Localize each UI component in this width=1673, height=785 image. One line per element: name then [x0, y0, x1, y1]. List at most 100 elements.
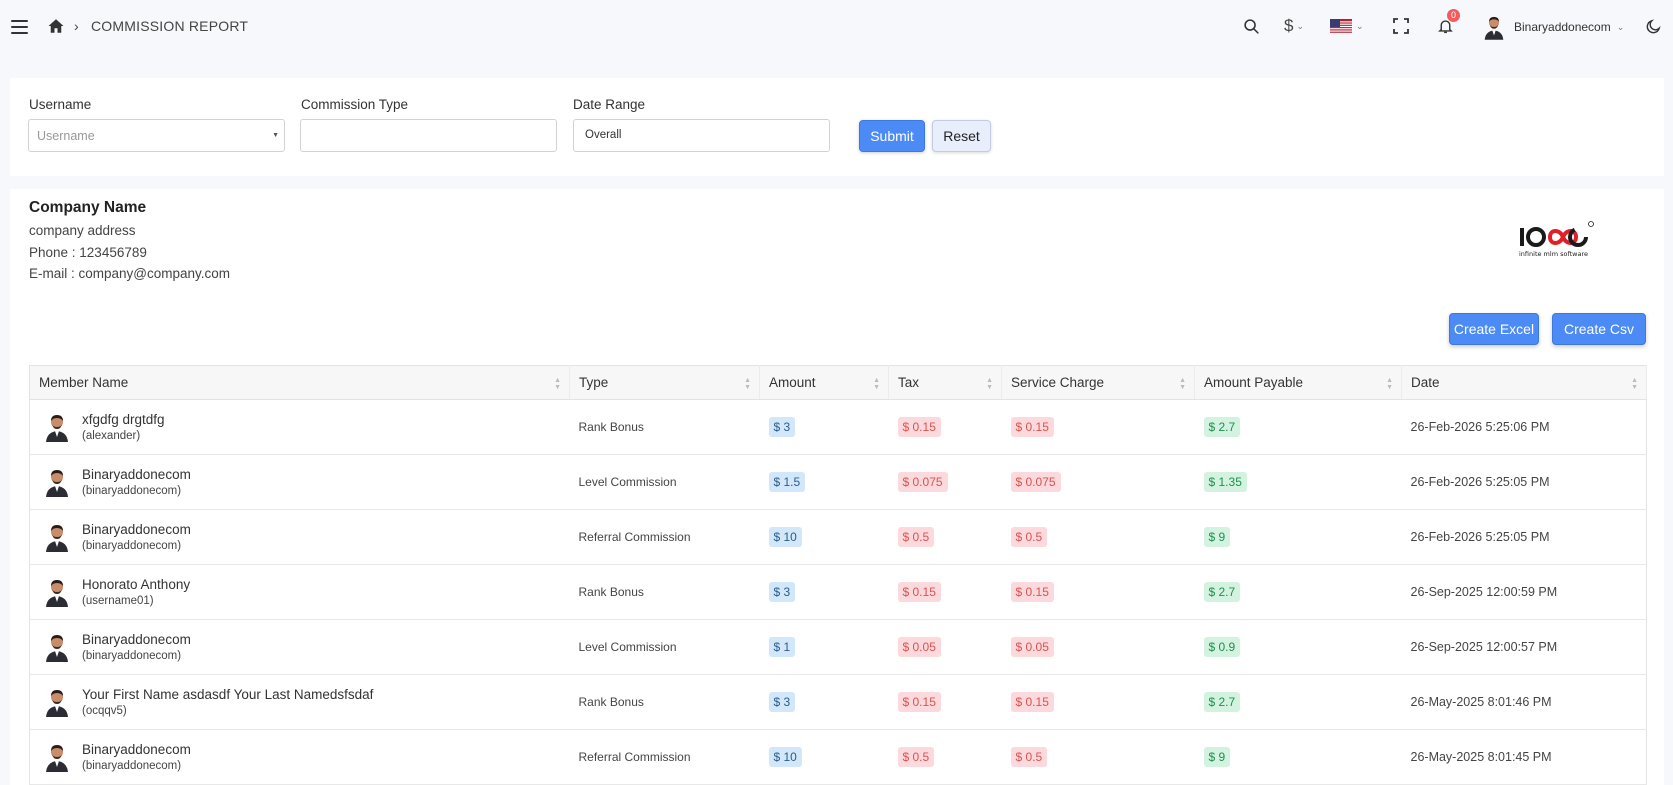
column-label: Amount [769, 375, 816, 390]
tax-cell: $ 0.5 [888, 509, 1002, 565]
type-cell: Level Commission [569, 619, 760, 675]
column-service-charge[interactable]: Service Charge ▲ ▼ [1001, 365, 1195, 400]
table-row: xfgdfg drgtdfg (alexander) Rank Bonus $ … [29, 399, 1647, 455]
service-charge-badge: $ 0.15 [1010, 692, 1054, 712]
amount-badge: $ 3 [768, 417, 796, 437]
member-username: (binaryaddonecom) [82, 650, 182, 662]
avatar [46, 415, 68, 442]
column-tax[interactable]: Tax ▲ ▼ [888, 365, 1002, 400]
caret-down-icon: ▼ [272, 132, 279, 139]
sort-icon[interactable]: ▲ ▼ [1631, 377, 1638, 391]
us-flag-icon [1330, 18, 1352, 34]
fullscreen-icon[interactable] [1393, 16, 1409, 36]
column-label: Service Charge [1011, 375, 1105, 390]
amount-payable-badge: $ 1.35 [1203, 472, 1247, 492]
reset-button[interactable]: Reset [932, 120, 991, 152]
column-label: Type [579, 375, 609, 390]
member-username: (binaryaddonecom) [82, 485, 182, 497]
date-range-input[interactable]: Overall [573, 119, 830, 152]
search-icon[interactable] [1243, 16, 1260, 36]
table-row: Honorato Anthony (username01) Rank Bonus… [29, 564, 1647, 620]
column-member-name[interactable]: Member Name ▲ ▼ [29, 365, 570, 400]
service-charge-badge: $ 0.5 [1010, 527, 1048, 547]
service-charge-cell: $ 0.05 [1001, 619, 1195, 675]
service-charge-badge: $ 0.15 [1010, 582, 1054, 602]
amount-payable-cell: $ 0.9 [1194, 619, 1402, 675]
submit-button[interactable]: Submit [859, 120, 925, 152]
username-placeholder: Username [37, 129, 95, 143]
create-csv-button[interactable]: Create Csv [1552, 313, 1646, 345]
member-cell: Binaryaddonecom (binaryaddonecom) [29, 619, 570, 675]
tax-badge: $ 0.15 [897, 582, 941, 602]
commission-type-input[interactable] [300, 119, 557, 152]
create-excel-button[interactable]: Create Excel [1449, 313, 1539, 345]
amount-payable-badge: $ 9 [1203, 527, 1231, 547]
column-label: Date [1411, 375, 1440, 390]
member-username: (binaryaddonecom) [82, 540, 182, 552]
member-info: xfgdfg drgtdfg (alexander) [39, 412, 570, 442]
date-cell: 26-Feb-2026 5:25:05 PM [1401, 454, 1647, 510]
user-menu[interactable]: Binaryaddonecom ⌄ [1483, 14, 1624, 40]
avatar [46, 745, 68, 772]
type-cell: Rank Bonus [569, 564, 760, 620]
sort-icon[interactable]: ▲ ▼ [873, 377, 880, 391]
type-cell: Level Commission [569, 454, 760, 510]
column-label: Amount Payable [1204, 375, 1304, 390]
column-label: Member Name [39, 375, 129, 390]
table-row: Binaryaddonecom (binaryaddonecom) Referr… [29, 729, 1647, 785]
commission-table: Member Name ▲ ▼ Type ▲ ▼ Amount ▲ ▼ Tax ▲ ▼ Serv… [29, 365, 1647, 785]
member-cell: Honorato Anthony (username01) [29, 564, 570, 620]
date-cell: 26-Sep-2025 12:00:59 PM [1401, 564, 1647, 620]
amount-payable-cell: $ 2.7 [1194, 674, 1402, 730]
chevron-down-icon: ⌄ [1616, 21, 1625, 32]
tax-cell: $ 0.15 [888, 674, 1002, 730]
tax-cell: $ 0.05 [888, 619, 1002, 675]
tax-badge: $ 0.05 [897, 637, 941, 657]
date-cell: 26-Feb-2026 5:25:06 PM [1401, 399, 1647, 455]
column-type[interactable]: Type ▲ ▼ [569, 365, 760, 400]
currency-selector[interactable]: $ ⌄ [1284, 16, 1304, 36]
amount-cell: $ 3 [759, 564, 889, 620]
date-cell: 26-Feb-2026 5:25:05 PM [1401, 509, 1647, 565]
amount-payable-badge: $ 0.9 [1203, 637, 1241, 657]
member-info: Binaryaddonecom (binaryaddonecom) [39, 742, 570, 772]
column-amount-payable[interactable]: Amount Payable ▲ ▼ [1194, 365, 1402, 400]
sort-icon[interactable]: ▲ ▼ [1179, 377, 1186, 391]
sort-icon[interactable]: ▲ ▼ [986, 377, 993, 391]
sort-icon[interactable]: ▲ ▼ [1386, 377, 1393, 391]
service-charge-cell: $ 0.5 [1001, 509, 1195, 565]
username-select[interactable]: Username ▼ [28, 119, 285, 152]
service-charge-cell: $ 0.15 [1001, 564, 1195, 620]
column-date[interactable]: Date ▲ ▼ [1401, 365, 1647, 400]
amount-cell: $ 3 [759, 674, 889, 730]
page-title: COMMISSION REPORT [91, 18, 249, 34]
chevron-down-icon: ⌄ [1296, 20, 1305, 31]
member-name: Honorato Anthony [82, 577, 191, 592]
table-row: Binaryaddonecom (binaryaddonecom) Level … [29, 619, 1647, 675]
amount-payable-cell: $ 2.7 [1194, 399, 1402, 455]
member-info: Binaryaddonecom (binaryaddonecom) [39, 522, 570, 552]
moon-icon[interactable] [1645, 16, 1662, 36]
column-amount[interactable]: Amount ▲ ▼ [759, 365, 889, 400]
amount-cell: $ 10 [759, 729, 889, 785]
tax-cell: $ 0.15 [888, 564, 1002, 620]
amount-cell: $ 1 [759, 619, 889, 675]
avatar [1484, 16, 1504, 40]
member-name: Binaryaddonecom [82, 467, 191, 482]
user-name: Binaryaddonecom [1514, 20, 1611, 34]
company-address: company address [29, 223, 136, 238]
filter-panel: Username Username ▼ Commission Type Date… [10, 78, 1664, 176]
sort-icon[interactable]: ▲ ▼ [554, 377, 561, 391]
type-cell: Rank Bonus [569, 674, 760, 730]
language-selector[interactable]: ⌄ [1330, 16, 1364, 36]
date-cell: 26-May-2025 8:01:45 PM [1401, 729, 1647, 785]
member-cell: xfgdfg drgtdfg (alexander) [29, 399, 570, 455]
sort-icon[interactable]: ▲ ▼ [744, 377, 751, 391]
home-icon[interactable] [47, 17, 65, 35]
member-username: (username01) [82, 595, 154, 607]
company-logo: infinite mlm software [1518, 220, 1596, 263]
tax-cell: $ 0.075 [888, 454, 1002, 510]
amount-payable-badge: $ 9 [1203, 747, 1231, 767]
menu-icon[interactable] [11, 20, 28, 34]
member-username: (binaryaddonecom) [82, 760, 182, 772]
